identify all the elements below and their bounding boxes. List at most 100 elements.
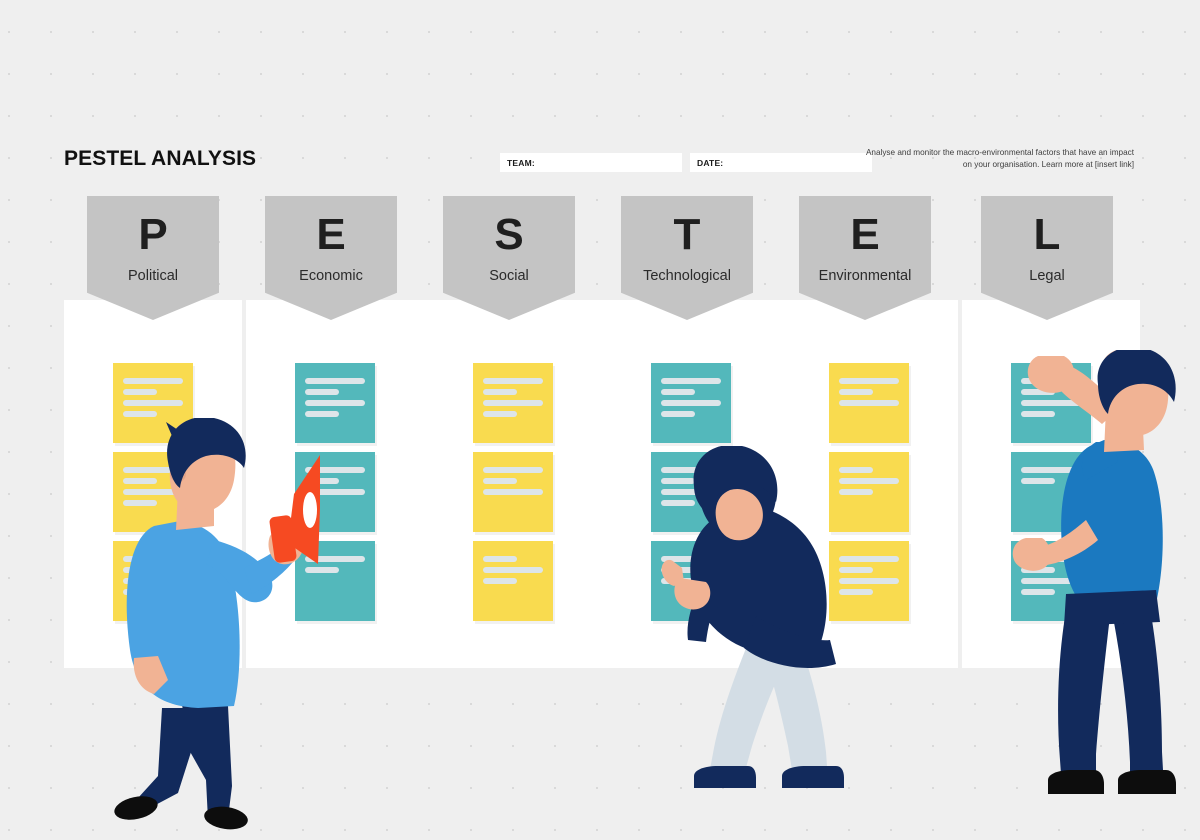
- note-text-line: [483, 389, 518, 395]
- intro-description: Analyse and monitor the macro-environmen…: [865, 148, 1134, 169]
- note-text-line: [483, 489, 543, 495]
- note-text-line: [123, 567, 158, 573]
- note-text-line: [1021, 578, 1081, 584]
- banner-letter: S: [494, 210, 524, 259]
- note-text-line: [123, 578, 183, 584]
- sticky-note[interactable]: [1011, 452, 1091, 532]
- note-text-line: [839, 389, 874, 395]
- sticky-note[interactable]: [113, 541, 193, 621]
- sticky-note[interactable]: [651, 452, 731, 532]
- note-text-line: [839, 567, 874, 573]
- note-text-line: [1021, 389, 1056, 395]
- note-placeholder-lines: [1021, 556, 1081, 595]
- note-text-line: [1021, 478, 1056, 484]
- note-text-line: [661, 567, 696, 573]
- note-text-line: [839, 400, 899, 406]
- note-text-line: [305, 556, 365, 562]
- sticky-note[interactable]: [473, 541, 553, 621]
- note-text-line: [305, 478, 340, 484]
- note-placeholder-lines: [483, 556, 543, 584]
- sticky-note[interactable]: [295, 541, 375, 621]
- note-text-line: [305, 489, 365, 495]
- note-placeholder-lines: [661, 378, 721, 417]
- note-placeholder-lines: [839, 378, 899, 406]
- sticky-note[interactable]: [473, 452, 553, 532]
- date-label: DATE:: [697, 157, 724, 168]
- note-text-line: [123, 467, 183, 473]
- note-text-line: [1021, 556, 1081, 562]
- note-text-line: [305, 567, 340, 573]
- note-text-line: [661, 578, 721, 584]
- note-placeholder-lines: [123, 378, 183, 417]
- note-text-line: [661, 489, 721, 495]
- note-text-line: [1021, 589, 1056, 595]
- note-placeholder-lines: [305, 467, 365, 495]
- note-text-line: [123, 411, 158, 417]
- note-text-line: [123, 478, 158, 484]
- sticky-note[interactable]: [473, 363, 553, 443]
- sticky-note[interactable]: [829, 363, 909, 443]
- note-text-line: [661, 389, 696, 395]
- note-text-line: [839, 467, 874, 473]
- note-text-line: [661, 467, 721, 473]
- note-placeholder-lines: [483, 467, 543, 495]
- note-text-line: [123, 500, 158, 506]
- note-text-line: [483, 400, 543, 406]
- note-text-line: [483, 478, 518, 484]
- banner-label: Political: [128, 268, 178, 284]
- sticky-note[interactable]: [295, 452, 375, 532]
- team-field[interactable]: TEAM:: [500, 153, 682, 172]
- note-text-line: [305, 378, 365, 384]
- pestel-canvas: PESTEL ANALYSIS TEAM: DATE: Analyse and …: [0, 0, 1200, 840]
- note-placeholder-lines: [661, 467, 721, 506]
- sticky-note[interactable]: [651, 363, 731, 443]
- note-text-line: [1021, 411, 1056, 417]
- note-placeholder-lines: [839, 467, 899, 495]
- note-placeholder-lines: [123, 556, 183, 595]
- note-placeholder-lines: [1021, 378, 1081, 417]
- note-text-line: [483, 578, 518, 584]
- note-placeholder-lines: [1021, 467, 1081, 484]
- sticky-note[interactable]: [113, 363, 193, 443]
- note-text-line: [483, 411, 518, 417]
- note-placeholder-lines: [839, 556, 899, 595]
- banner-letter: E: [850, 210, 880, 259]
- banner-label: Legal: [1029, 268, 1065, 284]
- note-text-line: [661, 400, 721, 406]
- note-text-line: [839, 578, 899, 584]
- note-text-line: [839, 478, 899, 484]
- note-text-line: [305, 400, 365, 406]
- sticky-note[interactable]: [1011, 363, 1091, 443]
- note-text-line: [839, 589, 874, 595]
- sticky-note[interactable]: [113, 452, 193, 532]
- banner-label: Environmental: [818, 268, 912, 284]
- note-placeholder-lines: [661, 556, 721, 584]
- page-title: PESTEL ANALYSIS: [64, 147, 257, 170]
- note-placeholder-lines: [483, 378, 543, 417]
- note-text-line: [661, 500, 696, 506]
- note-text-line: [123, 389, 158, 395]
- note-text-line: [1021, 567, 1056, 573]
- note-text-line: [1021, 467, 1081, 473]
- note-text-line: [483, 567, 543, 573]
- note-text-line: [839, 556, 899, 562]
- note-placeholder-lines: [123, 467, 183, 506]
- sticky-note[interactable]: [651, 541, 731, 621]
- banner-letter: T: [673, 210, 701, 259]
- note-text-line: [483, 556, 518, 562]
- note-text-line: [305, 389, 340, 395]
- banner-letter: E: [316, 210, 346, 259]
- sticky-note[interactable]: [295, 363, 375, 443]
- note-text-line: [1021, 378, 1081, 384]
- team-label: TEAM:: [507, 157, 535, 168]
- note-text-line: [483, 378, 543, 384]
- sticky-note[interactable]: [1011, 541, 1091, 621]
- banner-letter: P: [138, 210, 168, 259]
- note-placeholder-lines: [305, 378, 365, 417]
- note-placeholder-lines: [305, 556, 365, 573]
- sticky-note[interactable]: [829, 541, 909, 621]
- banner-label: Technological: [643, 268, 731, 284]
- sticky-note[interactable]: [829, 452, 909, 532]
- date-field[interactable]: DATE:: [690, 153, 872, 172]
- note-text-line: [123, 489, 183, 495]
